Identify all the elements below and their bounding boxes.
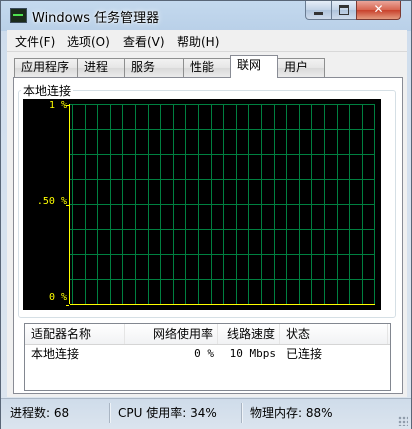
- tab-processes[interactable]: 进程: [77, 58, 125, 77]
- adapter-state: 已连接: [286, 347, 323, 361]
- y-label-mid: .50 %: [36, 196, 67, 207]
- adapter-name: 本地连接: [31, 347, 80, 361]
- status-processes: 进程数: 68: [10, 406, 70, 420]
- adapter-usage: 0 %: [194, 347, 214, 360]
- y-label-top: 1 %: [48, 100, 67, 111]
- menu-options[interactable]: 选项(O): [67, 33, 110, 50]
- network-graph-group: 本地连接 1 % .50 % 0 %: [18, 82, 396, 318]
- maximize-button[interactable]: [331, 1, 357, 20]
- status-physical-memory: 物理内存: 88%: [250, 406, 333, 420]
- status-bar: 进程数: 68 CPU 使用率: 34% 物理内存: 88%: [1, 398, 411, 429]
- adapter-row[interactable]: 本地连接 0 % 10 Mbps 已连接: [25, 345, 390, 363]
- close-icon: ✕: [373, 2, 384, 16]
- column-link-speed[interactable]: 线路速度: [218, 324, 280, 344]
- status-separator: [109, 403, 110, 423]
- network-utilization-graph: 1 % .50 % 0 %: [23, 99, 381, 310]
- window-title: Windows 任务管理器: [32, 11, 160, 26]
- tab-performance[interactable]: 性能: [183, 58, 231, 77]
- tab-networking[interactable]: 联网: [230, 55, 278, 78]
- column-adapter-name[interactable]: 适配器名称: [25, 324, 125, 344]
- tab-services[interactable]: 服务: [124, 58, 184, 77]
- column-state[interactable]: 状态: [280, 324, 388, 344]
- graph-canvas: [66, 104, 375, 306]
- adapter-list[interactable]: 适配器名称 网络使用率 线路速度 状态 本地连接 0 % 10 Mbps 已连接: [24, 323, 391, 391]
- minimize-button[interactable]: [305, 1, 332, 20]
- menu-file[interactable]: 文件(F): [15, 33, 55, 50]
- minimize-icon: [314, 12, 323, 15]
- title-bar[interactable]: Windows 任务管理器 ✕: [1, 1, 411, 30]
- y-label-bottom: 0 %: [48, 292, 67, 303]
- adapter-speed: 10 Mbps: [229, 347, 276, 360]
- status-cpu-usage: CPU 使用率: 34%: [118, 406, 217, 420]
- task-manager-window: Windows 任务管理器 ✕ 文件(F) 选项(O) 查看(V) 帮助(H) …: [0, 0, 412, 429]
- tab-users[interactable]: 用户: [277, 58, 325, 77]
- menu-view[interactable]: 查看(V): [123, 33, 165, 50]
- maximize-icon: [339, 5, 349, 15]
- close-button[interactable]: ✕: [356, 1, 401, 20]
- menu-help[interactable]: 帮助(H): [177, 33, 219, 50]
- client-area: 应用程序 进程 服务 性能 联网 用户 本地连接 1 % .50 % 0 % 适…: [7, 52, 407, 397]
- task-manager-icon: [10, 8, 27, 23]
- resize-grip[interactable]: [398, 416, 408, 426]
- status-separator: [241, 403, 242, 423]
- adapter-list-header: 适配器名称 网络使用率 线路速度 状态: [25, 324, 390, 345]
- tab-applications[interactable]: 应用程序: [14, 58, 78, 77]
- menu-bar: 文件(F) 选项(O) 查看(V) 帮助(H): [7, 30, 407, 52]
- graph-group-label: 本地连接: [21, 82, 74, 99]
- networking-panel: 本地连接 1 % .50 % 0 % 适配器名称 网络使用率 线路速度 状态 本…: [13, 77, 403, 394]
- column-network-utilization[interactable]: 网络使用率: [125, 324, 218, 344]
